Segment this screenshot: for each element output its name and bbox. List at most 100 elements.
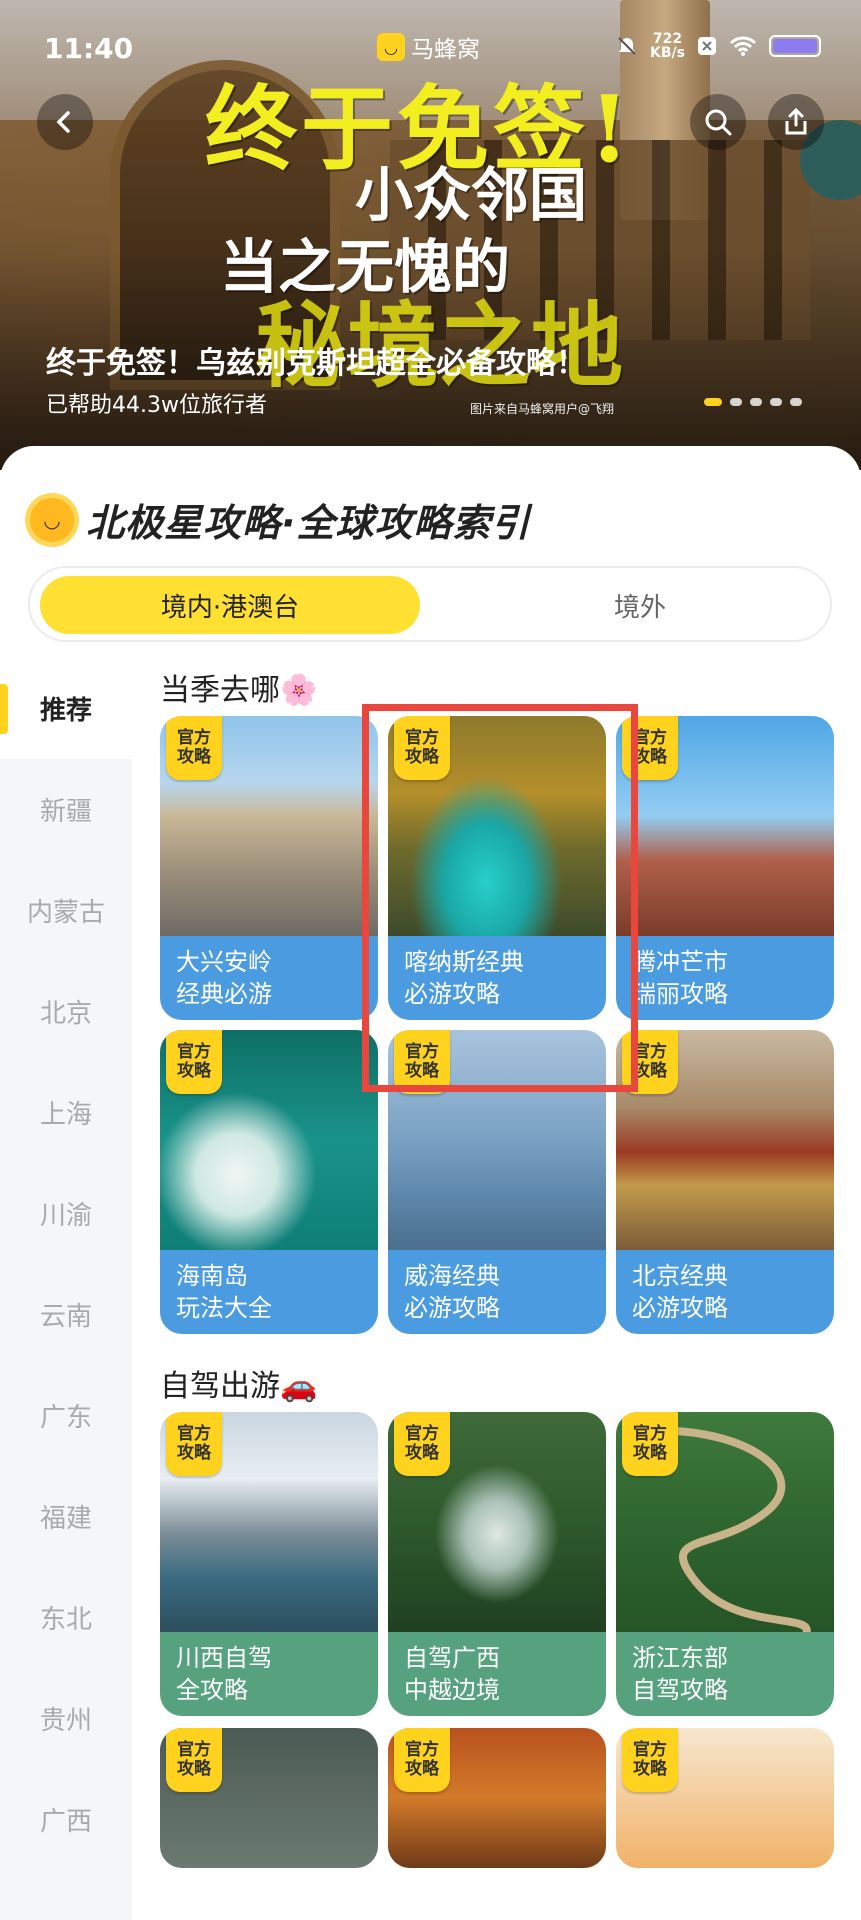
search-button[interactable] (690, 94, 746, 150)
official-guide-badge: 官方 攻略 (622, 1412, 678, 1476)
section-header: ◡ 北极星攻略·全球攻略索引 (30, 492, 530, 547)
card-caption: 海南岛 玩法大全 (160, 1250, 378, 1334)
badge-line1: 官方 (177, 728, 211, 748)
badge-line1: 官方 (633, 1042, 667, 1062)
net-speed: 722 KB/s (650, 32, 685, 60)
badge-line2: 攻略 (177, 1061, 211, 1081)
badge-line1: 官方 (177, 1740, 211, 1760)
guide-card-partial[interactable]: 官方 攻略 (616, 1728, 834, 1868)
guide-card-zhejiang[interactable]: 官方 攻略 浙江东部自驾攻略 (616, 1412, 834, 1716)
card-subtitle: 必游攻略 (404, 980, 500, 1008)
sidebar-item-beijing[interactable]: 北京 (0, 961, 132, 1062)
official-guide-badge: 官方 攻略 (394, 1728, 450, 1792)
app-name: 马蜂窝 (411, 37, 480, 63)
official-guide-badge: 官方 攻略 (622, 1728, 678, 1792)
card-subtitle: 自驾攻略 (632, 1676, 728, 1704)
badge-line2: 攻略 (633, 1061, 667, 1081)
sidebar-item-guangxi[interactable]: 广西 (0, 1769, 132, 1870)
category-title-season: 当季去哪🌸 (160, 673, 318, 708)
card-subtitle: 玩法大全 (176, 1294, 272, 1322)
card-subtitle: 全攻略 (176, 1676, 248, 1704)
season-grid: 官方 攻略 大兴安岭 经典必游 官方 攻略 喀纳斯经典 必游攻略 官方 攻略 腾冲芒市 瑞丽… (160, 716, 840, 1334)
badge-line1: 官方 (405, 1042, 439, 1062)
card-title: 大兴安岭 (176, 948, 272, 976)
card-caption: 威海经典 必游攻略 (388, 1250, 606, 1334)
card-title: 自驾广西 (404, 1644, 500, 1672)
sidebar-item-guizhou[interactable]: 贵州 (0, 1668, 132, 1769)
badge-line1: 官方 (405, 1740, 439, 1760)
guide-card-tengchong[interactable]: 官方 攻略 腾冲芒市 瑞丽攻略 (616, 716, 834, 1020)
official-guide-badge: 官方 攻略 (394, 1030, 450, 1094)
badge-line2: 攻略 (633, 747, 667, 767)
app-brand: ◡ 马蜂窝 (377, 30, 480, 64)
status-bar: 11:40 ◡ 马蜂窝 722 KB/s (44, 30, 821, 70)
card-title: 喀纳斯经典 (404, 948, 524, 976)
official-guide-badge: 官方 攻略 (394, 1412, 450, 1476)
battery-icon (769, 35, 821, 57)
sidebar-item-northeast[interactable]: 东北 (0, 1567, 132, 1668)
carousel-dot-active (704, 398, 722, 406)
card-subtitle: 经典必游 (176, 980, 272, 1008)
tab-abroad[interactable]: 境外 (460, 576, 820, 634)
carousel-dot (790, 398, 802, 406)
sidebar-item-chuanyu[interactable]: 川渝 (0, 1163, 132, 1264)
card-title: 威海经典 (404, 1262, 500, 1290)
guide-content: 当季去哪🌸 官方 攻略 大兴安岭 经典必游 官方 攻略 喀纳斯经典 必游攻略 官方 攻略 … (160, 658, 840, 1868)
hero-banner[interactable]: 终于免签! 小众邻国 当之无愧的 秘境之地 终于免签！乌兹别克斯坦超全必备攻略！… (0, 0, 861, 470)
official-guide-badge: 官方 攻略 (166, 1728, 222, 1792)
more-grid: 官方 攻略 官方 攻略 官方 攻略 (160, 1728, 840, 1868)
category-title-selfdrive: 自驾出游🚗 (160, 1369, 318, 1404)
guide-card-beijing[interactable]: 官方 攻略 北京经典 必游攻略 (616, 1030, 834, 1334)
guide-card-partial[interactable]: 官方 攻略 (388, 1728, 606, 1868)
tab-domestic[interactable]: 境内·港澳台 (40, 576, 420, 634)
guide-card-partial[interactable]: 官方 攻略 (160, 1728, 378, 1868)
card-caption: 大兴安岭 经典必游 (160, 936, 378, 1020)
sidebar-item-recommend[interactable]: 推荐 (0, 658, 132, 759)
sidebar-item-yunnan[interactable]: 云南 (0, 1264, 132, 1365)
region-sidebar: 推荐 新疆 内蒙古 北京 上海 川渝 云南 广东 福建 东北 贵州 广西 (0, 658, 132, 1920)
guide-card-chuanxi[interactable]: 官方 攻略 川西自驾 全攻略 (160, 1412, 378, 1716)
card-subtitle: 中越边境 (404, 1676, 500, 1704)
carousel-dot (750, 398, 762, 406)
sidebar-item-fujian[interactable]: 福建 (0, 1466, 132, 1567)
sidebar-item-xinjiang[interactable]: 新疆 (0, 759, 132, 860)
badge-line1: 官方 (633, 728, 667, 748)
badge-line1: 官方 (177, 1042, 211, 1062)
card-title: 海南岛 (176, 1262, 248, 1290)
card-subtitle: 瑞丽攻略 (632, 980, 728, 1008)
back-button[interactable] (37, 94, 93, 150)
mute-bell-icon (618, 37, 636, 55)
guide-card-weihai[interactable]: 官方 攻略 威海经典必游攻略 (388, 1030, 606, 1334)
status-time: 11:40 (44, 32, 134, 65)
net-speed-unit: KB/s (650, 45, 685, 61)
wifi-icon (729, 36, 757, 56)
badge-line2: 攻略 (177, 747, 211, 767)
chevron-left-icon (56, 111, 70, 133)
sidebar-item-guangdong[interactable]: 广东 (0, 1365, 132, 1466)
share-button[interactable] (768, 94, 824, 150)
badge-line2: 攻略 (177, 1443, 211, 1463)
guide-card-hainan[interactable]: 官方 攻略 海南岛玩法大全 (160, 1030, 378, 1334)
guide-card-daxinganling[interactable]: 官方 攻略 大兴安岭经典必游 (160, 716, 378, 1020)
official-guide-badge: 官方 攻略 (166, 1412, 222, 1476)
sim-off-icon (698, 37, 716, 55)
region-tabs: 境内·港澳台 境外 (28, 566, 832, 642)
sidebar-item-shanghai[interactable]: 上海 (0, 1062, 132, 1163)
guide-card-guangxi[interactable]: 官方 攻略 自驾广西中越边境 (388, 1412, 606, 1716)
carousel-dot (770, 398, 782, 406)
hero-credit: 图片来自马蜂窝用户@飞翔 (470, 402, 615, 416)
card-subtitle: 必游攻略 (404, 1294, 500, 1322)
card-title: 浙江东部 (632, 1644, 728, 1672)
sidebar-item-inner-mongolia[interactable]: 内蒙古 (0, 860, 132, 961)
official-guide-badge: 官方 攻略 (166, 716, 222, 780)
share-icon (785, 107, 807, 135)
selfdrive-grid: 官方 攻略 川西自驾 全攻略 官方 攻略 自驾广西中越边境 官方 攻略 浙江东部自驾攻略 (160, 1412, 840, 1716)
official-guide-badge: 官方 攻略 (622, 716, 678, 780)
guide-card-kanas[interactable]: 官方 攻略 喀纳斯经典必游攻略 (388, 716, 606, 1020)
card-title: 北京经典 (632, 1262, 728, 1290)
hero-title[interactable]: 终于免签！乌兹别克斯坦超全必备攻略！ (46, 338, 586, 382)
official-guide-badge: 官方 攻略 (394, 716, 450, 780)
carousel-dot (730, 398, 742, 406)
badge-line2: 攻略 (405, 1759, 439, 1779)
card-caption: 喀纳斯经典 必游攻略 (388, 936, 606, 1020)
